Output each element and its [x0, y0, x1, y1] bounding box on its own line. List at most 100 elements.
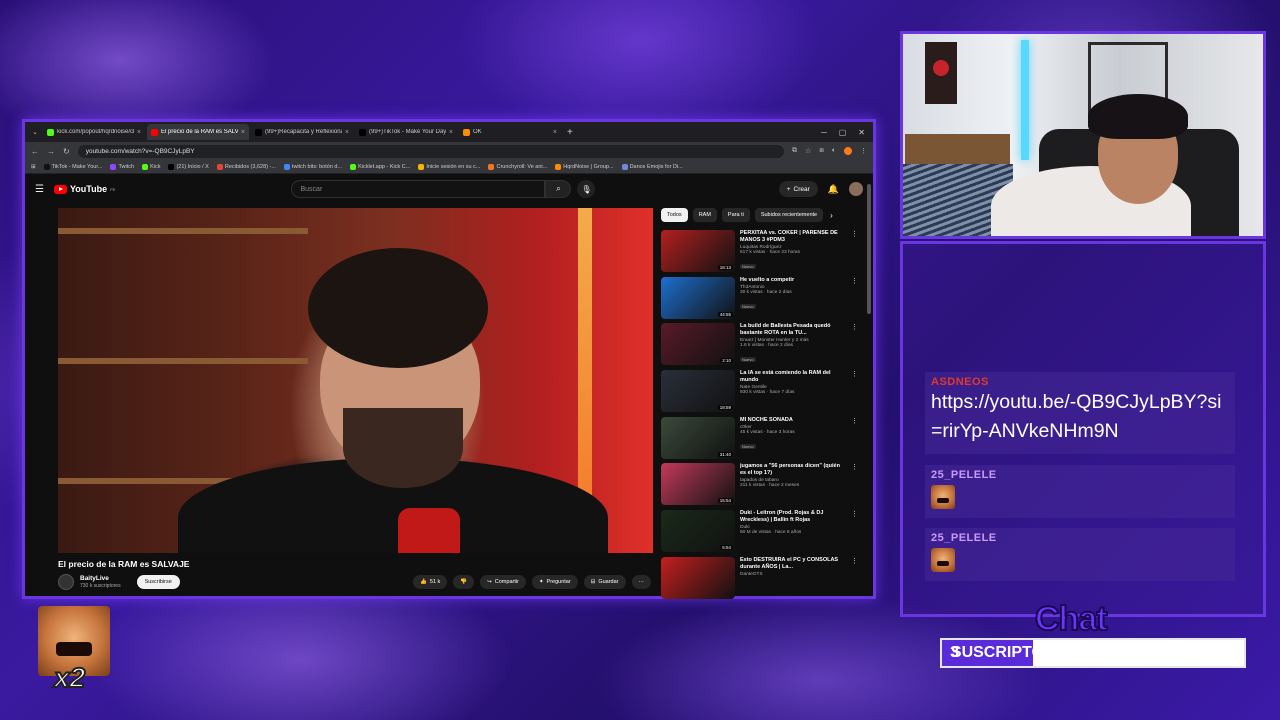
video-duration: 18:59: [717, 405, 733, 411]
bookmark-item[interactable]: Crunchyroll: Ve ani...: [488, 163, 547, 170]
user-avatar[interactable]: [849, 182, 863, 196]
tab-close-icon[interactable]: ×: [241, 129, 245, 136]
browser-tab[interactable]: (99+)TikTok - Make Your Day ×: [355, 124, 457, 140]
recommendation-thumbnail[interactable]: [661, 556, 735, 599]
save-button[interactable]: ⊟ Guardar: [583, 575, 626, 589]
profile-icon[interactable]: ◐: [832, 147, 836, 155]
reload-icon[interactable]: ↻: [63, 147, 70, 156]
subscriber-goal-bar: 3 SUSCRIPTORES 10: [940, 638, 1246, 668]
recommendation-menu-icon[interactable]: ⋮: [851, 463, 858, 471]
recommendation-menu-icon[interactable]: ⋮: [851, 277, 858, 285]
search-input[interactable]: Buscar: [291, 180, 546, 198]
minimize-icon[interactable]: ─: [821, 128, 827, 137]
recommendation-menu-icon[interactable]: ⋮: [851, 230, 858, 238]
apps-grid-icon[interactable]: ⊞: [31, 164, 36, 170]
new-tab-button[interactable]: +: [567, 127, 573, 138]
like-button[interactable]: 👍 51 k: [413, 575, 448, 589]
bookmark-item[interactable]: Kicklet.app - Kick C...: [350, 163, 410, 170]
url-input[interactable]: youtube.com/watch?v=-QB9CJyLpBY: [77, 144, 785, 158]
recommendation-item[interactable]: 44:55 He vuelto a competir Th3Antonio 30 k …: [661, 275, 858, 322]
recommendation-item[interactable]: 2:10 La build de Ballesta Pesada quedó ba…: [661, 321, 858, 368]
create-button[interactable]: + Crear: [778, 181, 818, 197]
maximize-icon[interactable]: ▢: [839, 128, 847, 137]
search-button[interactable]: ⌕: [545, 180, 572, 198]
bookmark-label: Dance Emojis for Di...: [629, 163, 683, 170]
recommendation-menu-icon[interactable]: ⋮: [851, 557, 858, 565]
bookmark-item[interactable]: twitch bits: botón d...: [283, 163, 342, 170]
more-actions-button[interactable]: ···: [631, 575, 651, 589]
bookmark-item[interactable]: HqrdNoise | Group...: [555, 163, 614, 170]
close-window-icon[interactable]: ✕: [858, 128, 865, 137]
bookmark-item[interactable]: TikTok - Make Your...: [43, 163, 102, 170]
recommendation-thumbnail[interactable]: 2:10: [661, 323, 735, 366]
tab-close-icon[interactable]: ×: [553, 129, 557, 136]
browser-menu-icon[interactable]: ⋮: [860, 147, 867, 155]
recommendation-thumbnail[interactable]: 44:55: [661, 276, 735, 319]
cast-icon[interactable]: ⧉: [792, 147, 797, 155]
recommendation-menu-icon[interactable]: ⋮: [851, 510, 858, 518]
back-icon[interactable]: ←: [31, 147, 39, 156]
bookmark-star-icon[interactable]: ☆: [805, 147, 811, 155]
bookmarks-bar: ⊞ TikTok - Make Your... Twitch Kick (21) In…: [25, 160, 873, 174]
recommendation-meta: 617 k vistas · hace 23 horas: [740, 250, 800, 255]
channel-subscribers: 730 k suscriptores: [80, 583, 121, 589]
bookshelf: [58, 358, 308, 364]
bookmark-item[interactable]: Kick: [142, 163, 160, 170]
recommendation-title: Esto DESTRUIRÁ el PC y CONSOLAS durante …: [740, 556, 839, 570]
browser-tab[interactable]: OK ×: [459, 124, 561, 140]
video-player[interactable]: [58, 208, 653, 553]
share-button[interactable]: ↪ Compartir: [480, 575, 526, 589]
tab-close-icon[interactable]: ×: [345, 129, 349, 136]
tab-search-icon[interactable]: ⌄: [29, 128, 41, 136]
forward-icon[interactable]: →: [47, 147, 55, 156]
person: [1088, 94, 1188, 214]
recommendation-thumbnail[interactable]: 18:59: [661, 370, 735, 413]
hamburger-menu-icon[interactable]: ☰: [35, 184, 44, 195]
filter-chip[interactable]: Subidos recientemente: [754, 208, 824, 222]
ask-button[interactable]: ✦ Preguntar: [531, 575, 578, 589]
bookmark-item[interactable]: (21) Inicio / X: [168, 163, 209, 170]
recommendation-thumbnail[interactable]: 15:54: [661, 463, 735, 506]
recommendation-thumbnail[interactable]: 5:54: [661, 510, 735, 553]
recommendation-item[interactable]: 31:40 MI NOCHE SOÑADA c0ker 45 k vistas · h…: [661, 415, 858, 462]
bookmark-item[interactable]: Inicie sesión en su c...: [418, 163, 480, 170]
extension-orange-icon[interactable]: [844, 147, 852, 155]
recommendation-thumbnail[interactable]: 31:40: [661, 416, 735, 459]
recommendation-item[interactable]: 5:54 Duki - Leitron (Prod. Rojas & DJ Wre…: [661, 508, 858, 555]
recommendation-item[interactable]: Esto DESTRUIRÁ el PC y CONSOLAS durante …: [661, 555, 858, 602]
recommendation-item[interactable]: 15:54 jugamos a "56 personas dicen" (quié…: [661, 461, 858, 508]
browser-tab[interactable]: kick.com/popout/hqrdnoise/chat ×: [43, 124, 145, 140]
bookmark-item[interactable]: Twitch: [110, 163, 134, 170]
filter-chip[interactable]: Para ti: [721, 208, 750, 222]
youtube-play-icon: [53, 184, 67, 194]
browser-tab[interactable]: (99+)Recapacita y Reflexiona ×: [251, 124, 353, 140]
streamer-hair: [308, 248, 488, 368]
tab-label: El precio de la RAM es SALVAJE: [161, 129, 238, 135]
recommendation-menu-icon[interactable]: ⋮: [851, 323, 858, 331]
voice-search-button[interactable]: 🎙: [577, 180, 596, 198]
filter-chip[interactable]: Todos: [661, 208, 688, 222]
notifications-bell-icon[interactable]: 🔔: [828, 184, 839, 195]
dislike-button[interactable]: 👎: [453, 575, 475, 589]
recommendation-item[interactable]: 18:59 La IA se está comiendo la RAM del m…: [661, 368, 858, 415]
youtube-logo[interactable]: YouTube PE: [53, 184, 115, 194]
scrollbar[interactable]: [867, 184, 871, 314]
filter-chip[interactable]: RAM: [692, 208, 717, 222]
chips-next-icon[interactable]: ›: [830, 211, 833, 220]
recommendation-item[interactable]: 18:13 PERXITAA vs. COKER | PARENSE DE MAN…: [661, 228, 858, 275]
webcam-feed: [900, 31, 1266, 239]
browser-tab[interactable]: El precio de la RAM es SALVAJE×: [147, 124, 249, 140]
recommendation-menu-icon[interactable]: ⋮: [851, 370, 858, 378]
channel-name[interactable]: BaityLive: [80, 575, 121, 582]
recommendation-menu-icon[interactable]: ⋮: [851, 417, 858, 425]
youtube-header: ☰ YouTube PE Buscar ⌕ 🎙 + Crear 🔔: [25, 174, 873, 204]
tab-close-icon[interactable]: ×: [449, 129, 453, 136]
bookmark-item[interactable]: Recibidos (3,628) -...: [216, 163, 276, 170]
recommendation-thumbnail[interactable]: 18:13: [661, 230, 735, 272]
extensions-icon[interactable]: ⧈: [819, 147, 823, 155]
thumbs-down-icon: 👎: [460, 579, 468, 585]
bookmark-item[interactable]: Dance Emojis for Di...: [621, 163, 683, 170]
channel-avatar[interactable]: [58, 574, 74, 590]
tab-close-icon[interactable]: ×: [137, 129, 141, 136]
subscribe-button[interactable]: Suscribirse: [136, 575, 180, 589]
